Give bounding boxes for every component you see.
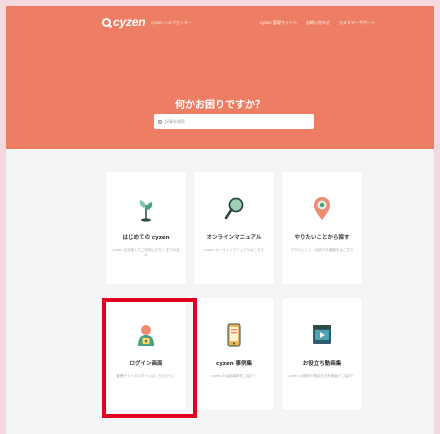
card-description: やりたいこと・目的から機能をはこちら: [290, 248, 354, 252]
card-search-by-task[interactable]: やりたいことから探す やりたいこと・目的から機能をはこちら: [282, 172, 362, 284]
card-description: cyzen の操作や設定方法を動画でご紹介！: [288, 374, 356, 378]
search-input[interactable]: [165, 116, 305, 127]
card-title: cyzen 事例集: [215, 361, 253, 367]
smartphone-icon: [194, 322, 274, 348]
map-pin-icon: [282, 196, 362, 222]
card-title: お役立ち動画集: [302, 361, 342, 367]
card-online-manual[interactable]: オンラインマニュアル cyzen オンラインマニュアルはこちら: [194, 172, 274, 284]
card-case-studies[interactable]: cyzen 事例集 cyzen の活用事例をご紹介！: [194, 298, 274, 410]
card-title: オンラインマニュアル: [206, 235, 262, 241]
card-title: ログイン画面: [129, 361, 163, 367]
hero-title: 何かお困りですか？: [175, 100, 265, 111]
card-login[interactable]: ログイン画面 管理サイトのログインはこちらから！: [106, 298, 186, 410]
card-description: cyzen の活用事例をご紹介！: [210, 374, 258, 378]
card-title: はじめての cyzen: [122, 235, 170, 241]
brand-mark-icon: [102, 17, 111, 27]
nav-admin-site-link[interactable]: cyzen 管理サイトへ: [260, 20, 297, 26]
card-description: 管理サイトのログインはこちらから！: [116, 374, 176, 378]
login-user-icon: [106, 322, 186, 348]
site-subtitle: cyzen ヘルプセンター: [151, 20, 192, 25]
card-title: やりたいことから探す: [294, 235, 350, 241]
magnifier-icon: [194, 196, 274, 222]
sprout-icon: [106, 196, 186, 222]
brand-name: cyzen: [113, 15, 146, 29]
card-description: cyzen を活用してご利用いただくまでの流れ: [112, 248, 180, 257]
search-icon: [158, 119, 162, 124]
card-description: cyzen オンラインマニュアルはこちら: [203, 248, 265, 252]
card-videos[interactable]: お役立ち動画集 cyzen の操作や設定方法を動画でご紹介！: [282, 298, 362, 410]
header-nav: cyzen 管理サイトへ お問い合わせ カスタマーサポート: [260, 20, 375, 26]
video-icon: [282, 322, 362, 348]
nav-support-link[interactable]: カスタマーサポート: [339, 20, 375, 26]
nav-contact-link[interactable]: お問い合わせ: [306, 20, 330, 26]
hero-banner: cyzen cyzen ヘルプセンター cyzen 管理サイトへ お問い合わせ …: [6, 6, 434, 149]
brand-logo[interactable]: cyzen: [102, 15, 146, 29]
card-getting-started[interactable]: はじめての cyzen cyzen を活用してご利用いただくまでの流れ: [106, 172, 186, 284]
help-center-page: cyzen cyzen ヘルプセンター cyzen 管理サイトへ お問い合わせ …: [6, 6, 434, 434]
search-box[interactable]: [154, 114, 314, 129]
